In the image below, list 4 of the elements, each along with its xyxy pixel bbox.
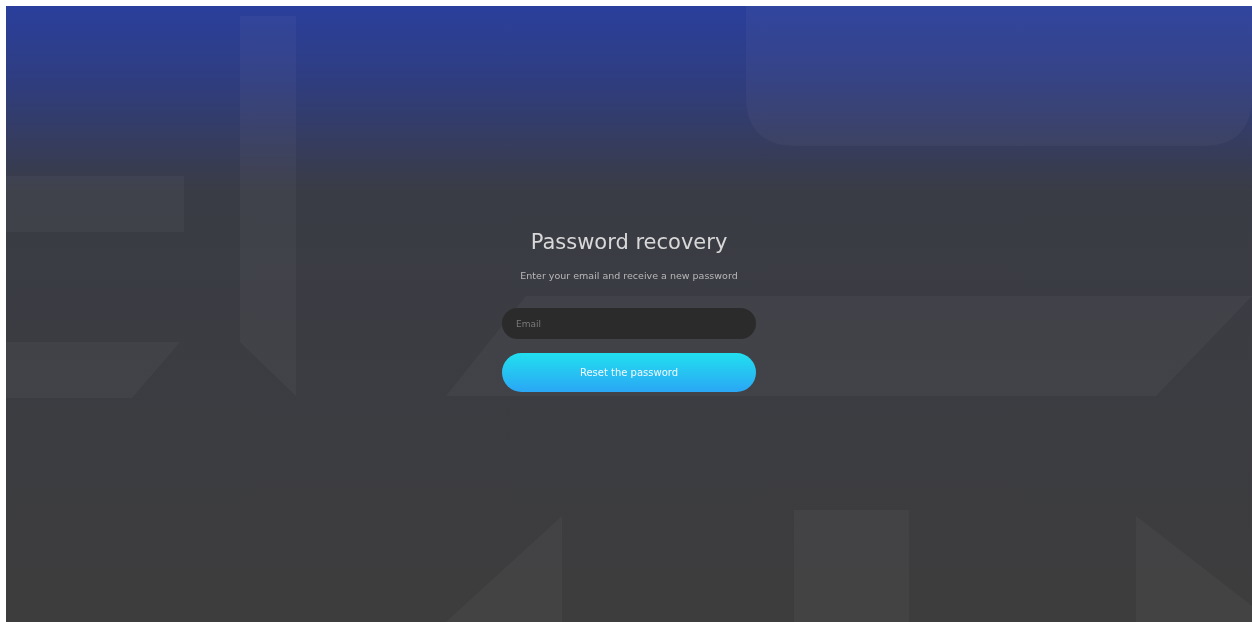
- page-title: Password recovery: [530, 230, 728, 254]
- email-field[interactable]: Email: [502, 308, 756, 339]
- reset-password-button[interactable]: Reset the password: [502, 353, 756, 392]
- subtitle: Enter your email and receive a new password: [520, 270, 738, 281]
